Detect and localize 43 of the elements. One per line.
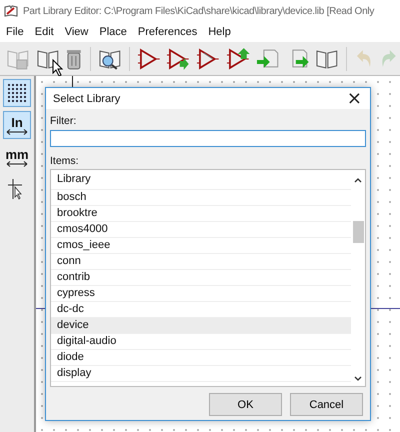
list-item[interactable]: display xyxy=(51,366,351,382)
list-header[interactable]: Library xyxy=(51,170,351,190)
menu-item[interactable]: Help xyxy=(208,26,231,38)
component-arrow-icon[interactable] xyxy=(224,46,251,70)
units-toggle-button[interactable]: mm xyxy=(3,143,31,171)
list-item[interactable]: brooktre xyxy=(51,206,351,222)
component-arrow-icon[interactable] xyxy=(195,46,221,70)
dialog-title: Select Library xyxy=(53,92,120,104)
mouse-pointer-icon xyxy=(52,59,64,77)
scroll-down-icon[interactable] xyxy=(354,376,362,382)
list-item[interactable]: conn xyxy=(51,254,351,270)
component-arrow-icon[interactable] xyxy=(165,46,192,70)
filter-field[interactable] xyxy=(50,130,366,147)
menu-item[interactable]: Preferences xyxy=(138,26,198,38)
component-icon[interactable] xyxy=(136,46,162,70)
dot-grid-icon xyxy=(7,83,27,103)
list-item[interactable]: cmos4000 xyxy=(51,222,351,238)
list-item[interactable]: device xyxy=(51,318,351,334)
units-toggle-button[interactable]: In xyxy=(3,111,31,139)
window-title: Part Library Editor: C:\Program Files\KiCad\share\kicad\library\device.lib [Read Only xyxy=(23,6,374,16)
list-item[interactable]: cypress xyxy=(51,286,351,302)
menu-item[interactable]: View xyxy=(64,26,88,38)
filter-label: Filter: xyxy=(50,115,78,127)
menu-item[interactable]: Place xyxy=(99,26,127,38)
list-item[interactable]: bosch xyxy=(51,190,351,206)
ok-button[interactable]: OK xyxy=(209,393,282,416)
cursor-line xyxy=(72,76,73,88)
menu-item[interactable]: File xyxy=(6,26,24,38)
drawing-canvas[interactable]: Select Library × Filter: Items: Library bosch brooktre cmos4000 cmos_ieee conn contrib cypress dc-dc device digital-audio diode display OK Cancel xyxy=(36,76,400,432)
list-item[interactable]: digital-audio xyxy=(51,334,351,350)
grid-toggle-button[interactable] xyxy=(3,79,31,107)
list-item[interactable]: cmos_ieee xyxy=(51,238,351,254)
list-item[interactable]: contrib xyxy=(51,270,351,286)
cancel-button[interactable]: Cancel xyxy=(290,393,363,416)
close-button[interactable]: × xyxy=(338,88,370,109)
list-item[interactable]: diode xyxy=(51,350,351,366)
scrollbar-thumb[interactable] xyxy=(352,221,364,243)
menu-item[interactable]: Edit xyxy=(34,26,54,38)
items-label: Items: xyxy=(50,155,80,167)
app-logo-icon xyxy=(4,5,18,17)
double-arrow-icon xyxy=(6,128,28,134)
double-arrow-icon xyxy=(6,160,28,166)
scroll-up-icon[interactable] xyxy=(354,177,362,183)
